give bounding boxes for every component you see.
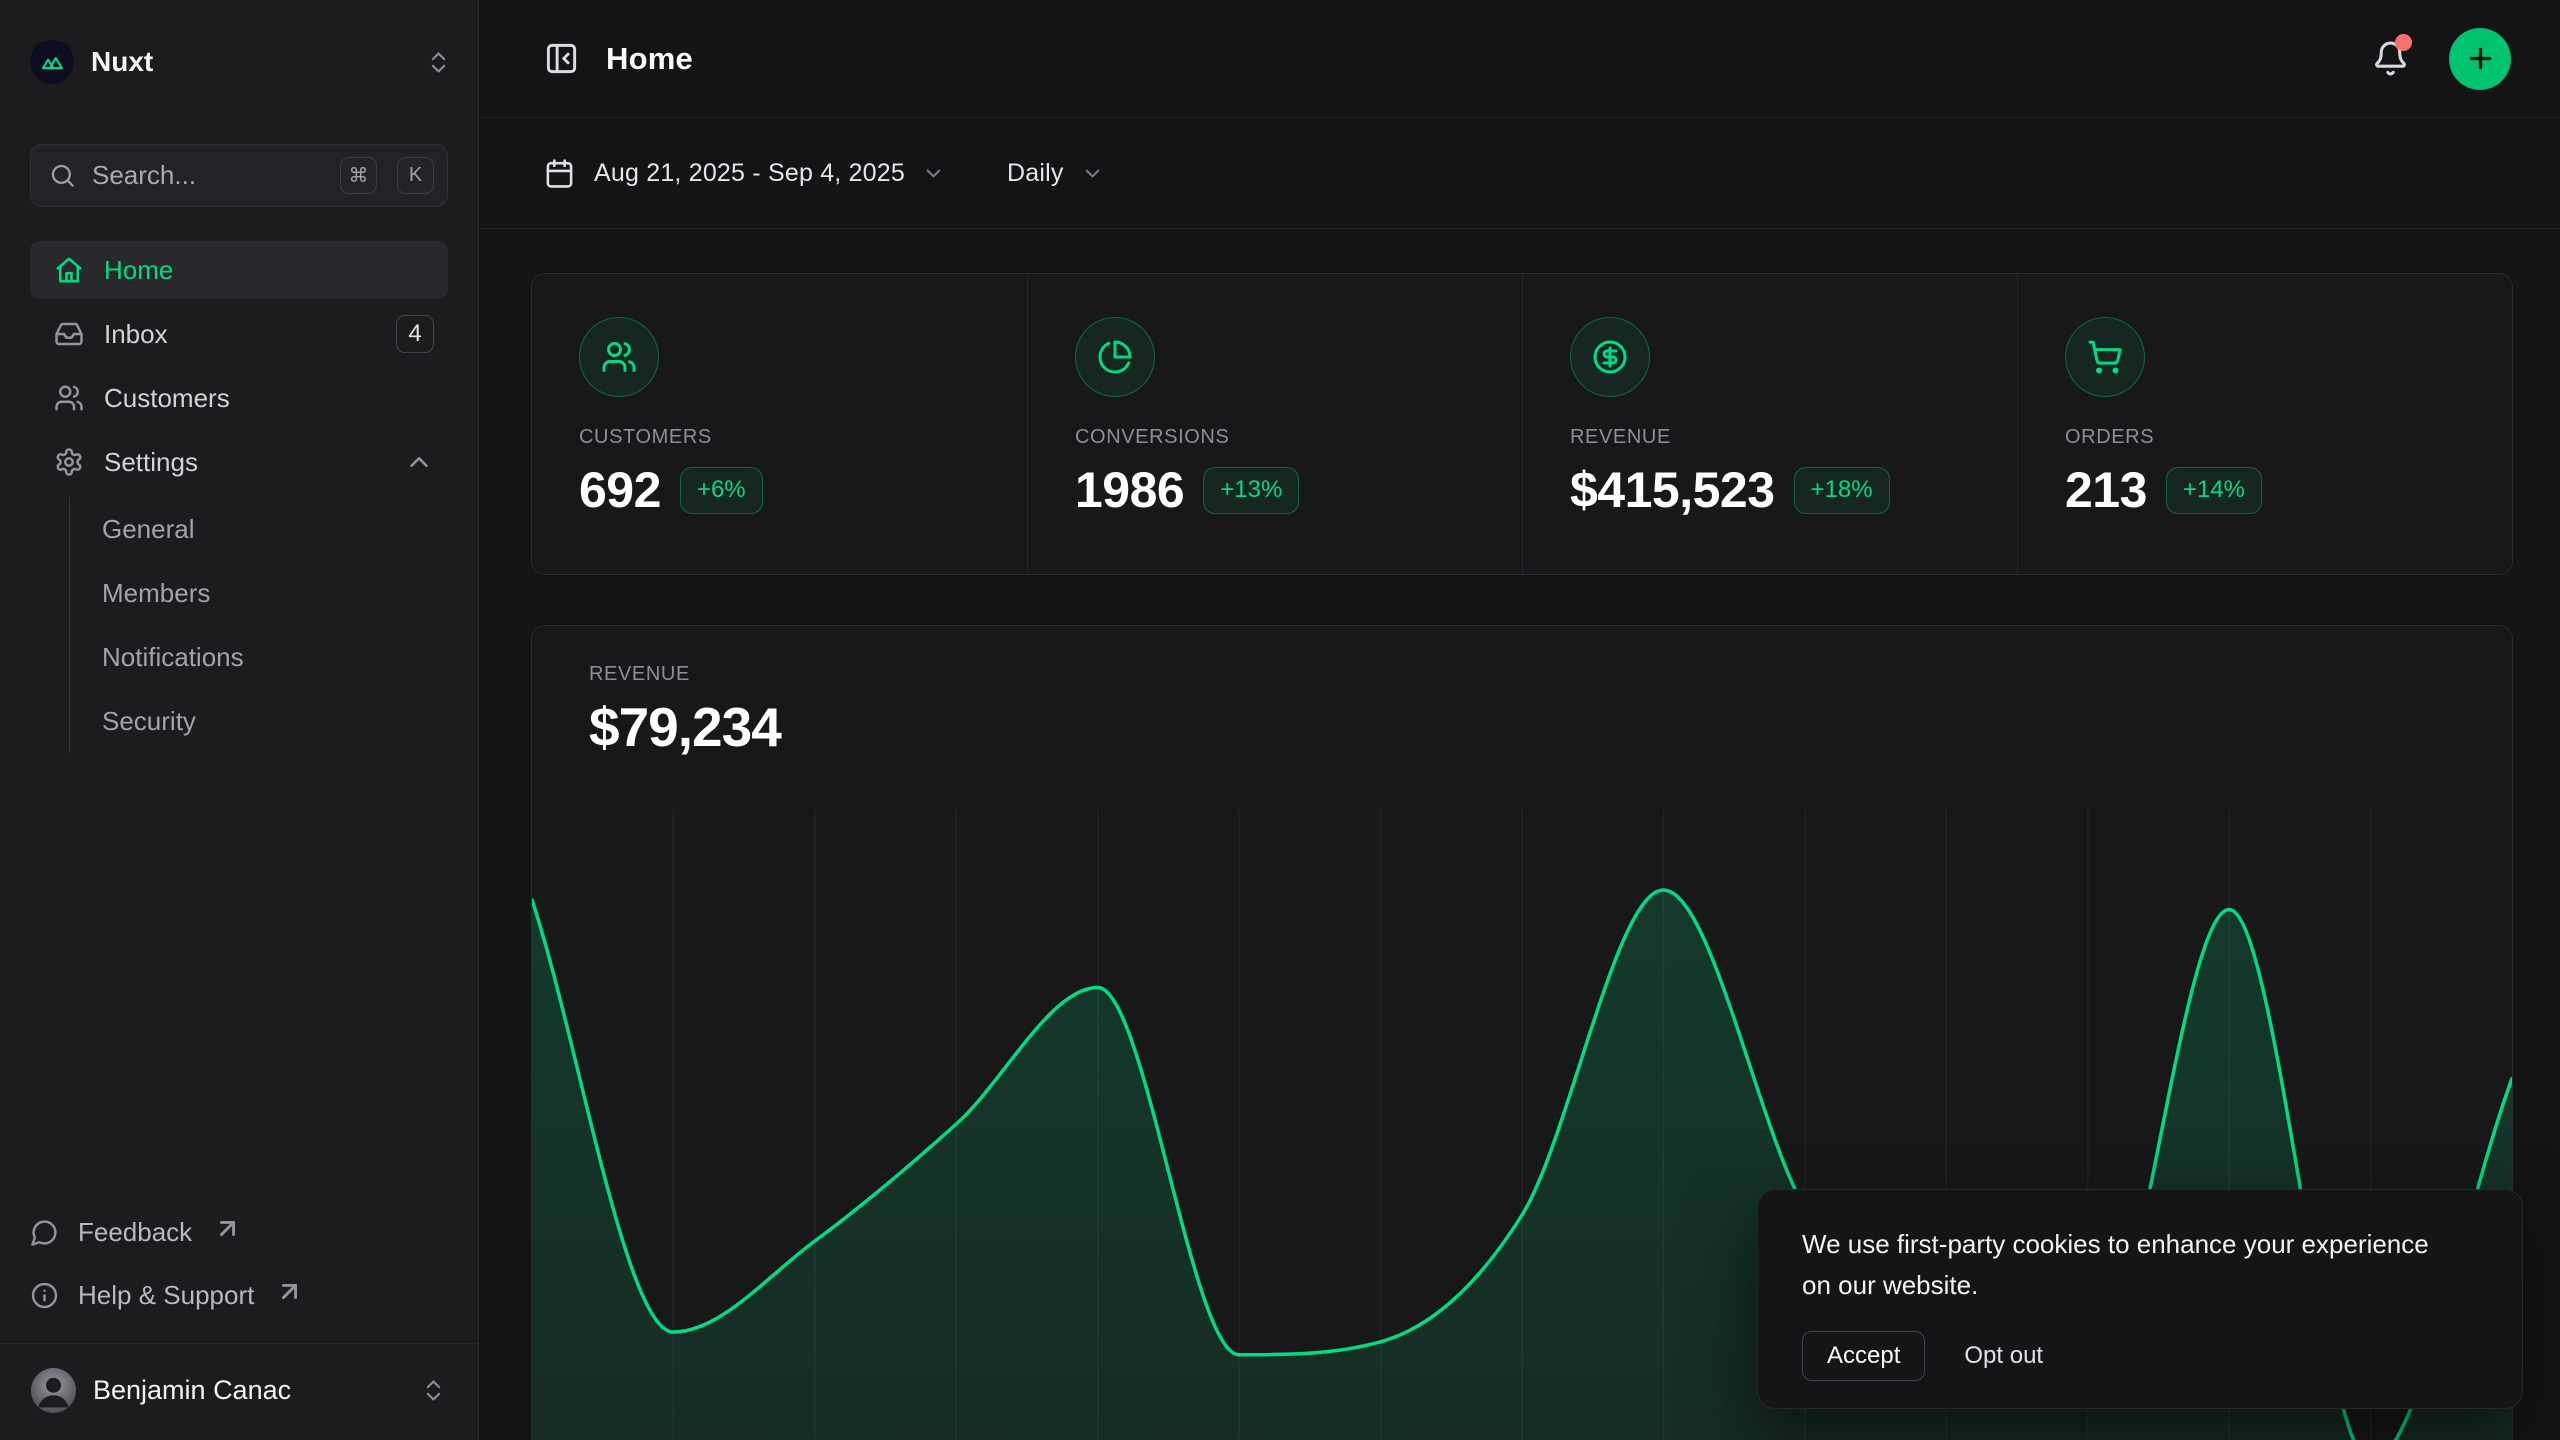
gear-icon	[54, 447, 84, 477]
stat-label: ORDERS	[2065, 426, 2482, 449]
stat-delta-badge: +14%	[2166, 467, 2262, 514]
sidebar-footer: Feedback Help & Support	[30, 1208, 448, 1334]
sidebar-item-settings[interactable]: Settings	[30, 433, 448, 491]
info-circle-icon	[30, 1281, 59, 1310]
sidebar-item-members[interactable]: Members	[102, 561, 448, 625]
stat-revenue[interactable]: REVENUE $415,523 +18%	[1522, 274, 2017, 574]
sidebar: Nuxt Search... ⌘ K Home Inbox 4	[0, 0, 479, 1440]
sidebar-item-home[interactable]: Home	[30, 241, 448, 299]
users-icon	[54, 383, 84, 413]
sidebar-item-label: Home	[104, 255, 173, 286]
circle-dollar-icon	[1592, 339, 1628, 375]
kbd-meta: ⌘	[340, 157, 377, 194]
notifications-button[interactable]	[2372, 40, 2409, 77]
users-icon	[601, 339, 637, 375]
filter-bar: Aug 21, 2025 - Sep 4, 2025 Daily	[480, 118, 2560, 229]
external-link-icon	[213, 1214, 242, 1243]
accept-button[interactable]: Accept	[1802, 1331, 1925, 1381]
shopping-cart-icon	[2087, 339, 2123, 375]
top-header: Home	[480, 0, 2560, 118]
nuxt-logo-icon	[39, 49, 66, 76]
cookie-message: We use first-party cookies to enhance yo…	[1802, 1224, 2442, 1306]
message-bubble-icon	[30, 1218, 59, 1247]
stats-card: CUSTOMERS 692 +6% CONVERSIONS 1986 +13%	[531, 273, 2513, 575]
stat-delta-badge: +13%	[1203, 467, 1299, 514]
help-support-label: Help & Support	[78, 1280, 254, 1311]
add-button[interactable]	[2449, 28, 2511, 90]
unread-notification-dot	[2395, 34, 2412, 51]
date-range-label: Aug 21, 2025 - Sep 4, 2025	[594, 159, 905, 188]
user-menu[interactable]: Benjamin Canac	[14, 1356, 464, 1424]
chart-total-value: $79,234	[589, 695, 2512, 759]
chart-title: REVENUE	[589, 663, 2512, 686]
chevrons-up-down-icon	[425, 49, 452, 76]
stat-icon-circle	[579, 317, 659, 397]
stat-value: 213	[2065, 461, 2147, 519]
settings-subnav: General Members Notifications Security	[69, 497, 448, 753]
stat-label: REVENUE	[1570, 426, 1987, 449]
stat-value: 692	[579, 461, 661, 519]
stat-icon-circle	[1075, 317, 1155, 397]
house-icon	[54, 255, 84, 285]
feedback-label: Feedback	[78, 1217, 192, 1248]
nuxt-logo	[30, 40, 74, 84]
pie-chart-icon	[1097, 339, 1133, 375]
stat-icon-circle	[1570, 317, 1650, 397]
user-name: Benjamin Canac	[93, 1375, 291, 1406]
workspace-name: Nuxt	[91, 46, 153, 78]
date-range-picker[interactable]: Aug 21, 2025 - Sep 4, 2025	[544, 158, 945, 189]
page-title: Home	[606, 41, 693, 77]
kbd-k: K	[397, 157, 434, 194]
search-placeholder: Search...	[92, 160, 320, 191]
stat-label: CONVERSIONS	[1075, 426, 1492, 449]
granularity-label: Daily	[1007, 159, 1064, 188]
workspace-selector[interactable]: Nuxt	[30, 36, 452, 88]
search-icon	[49, 162, 76, 189]
external-link-icon	[275, 1277, 304, 1306]
panel-left-close-icon[interactable]	[544, 41, 579, 76]
opt-out-button[interactable]: Opt out	[1964, 1342, 2043, 1370]
help-support-link[interactable]: Help & Support	[30, 1271, 448, 1319]
sidebar-item-general[interactable]: General	[102, 497, 448, 561]
sidebar-item-label: Inbox	[104, 319, 168, 350]
sidebar-item-inbox[interactable]: Inbox 4	[30, 305, 448, 363]
stat-delta-badge: +6%	[680, 467, 763, 514]
sidebar-item-customers[interactable]: Customers	[30, 369, 448, 427]
stat-value: $415,523	[1570, 461, 1775, 519]
search-input[interactable]: Search... ⌘ K	[30, 144, 448, 207]
sidebar-nav: Home Inbox 4 Customers Settings Genera	[30, 241, 448, 753]
stat-value: 1986	[1075, 461, 1184, 519]
chevron-down-icon	[922, 162, 945, 185]
sidebar-divider	[0, 1343, 478, 1344]
stat-delta-badge: +18%	[1794, 467, 1890, 514]
feedback-link[interactable]: Feedback	[30, 1208, 448, 1256]
stat-icon-circle	[2065, 317, 2145, 397]
calendar-icon	[544, 158, 575, 189]
avatar	[31, 1368, 76, 1413]
sidebar-item-security[interactable]: Security	[102, 689, 448, 753]
granularity-select[interactable]: Daily	[1007, 159, 1104, 188]
chevron-up-icon	[404, 447, 434, 477]
stat-label: CUSTOMERS	[579, 426, 997, 449]
stat-conversions[interactable]: CONVERSIONS 1986 +13%	[1027, 274, 1522, 574]
sidebar-item-label: Settings	[104, 447, 198, 478]
plus-icon	[2465, 43, 2496, 74]
stat-customers[interactable]: CUSTOMERS 692 +6%	[532, 274, 1027, 574]
chevrons-up-down-icon	[420, 1377, 447, 1404]
cookie-banner: We use first-party cookies to enhance yo…	[1757, 1189, 2523, 1409]
sidebar-item-label: Customers	[104, 383, 230, 414]
inbox-icon	[54, 319, 84, 349]
inbox-count-badge: 4	[396, 315, 434, 353]
sidebar-item-notifications[interactable]: Notifications	[102, 625, 448, 689]
chevron-down-icon	[1081, 162, 1104, 185]
stat-orders[interactable]: ORDERS 213 +14%	[2017, 274, 2512, 574]
